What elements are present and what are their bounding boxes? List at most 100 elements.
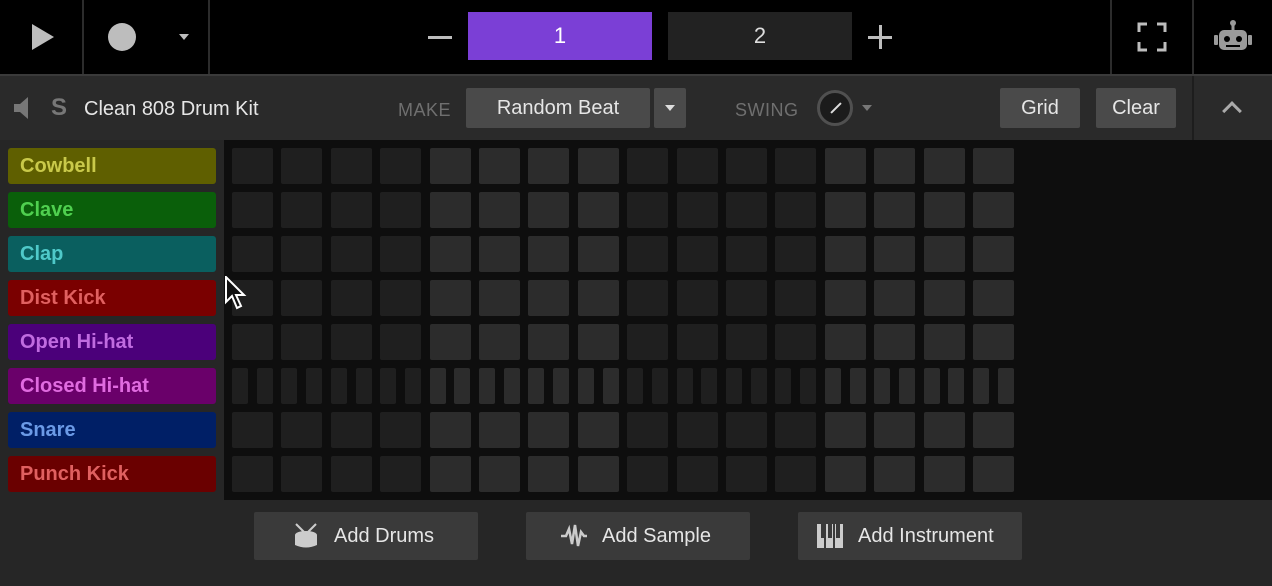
step-cell[interactable] xyxy=(528,192,570,228)
step-cell[interactable] xyxy=(232,148,273,184)
step-cell[interactable] xyxy=(528,324,570,360)
step-cell[interactable] xyxy=(429,148,471,184)
swing-knob[interactable] xyxy=(817,90,853,126)
add-drums-button[interactable]: Add Drums xyxy=(254,512,478,560)
track-label-closed-hi-hat[interactable]: Closed Hi-hat xyxy=(8,368,216,404)
step-cell[interactable] xyxy=(627,368,644,404)
track-label-cowbell[interactable]: Cowbell xyxy=(8,148,216,184)
step-cell[interactable] xyxy=(429,236,471,272)
step-cell[interactable] xyxy=(874,412,916,448)
step-cell[interactable] xyxy=(775,236,817,272)
step-cell[interactable] xyxy=(874,148,916,184)
add-sample-button[interactable]: Add Sample xyxy=(526,512,750,560)
step-cell[interactable] xyxy=(479,456,520,492)
pattern-tab-1[interactable]: 1 xyxy=(468,12,652,60)
step-cell[interactable] xyxy=(528,412,570,448)
robot-button[interactable] xyxy=(1194,0,1272,74)
step-cell[interactable] xyxy=(973,456,1014,492)
step-cell[interactable] xyxy=(923,192,965,228)
step-cell[interactable] xyxy=(775,148,817,184)
step-cell[interactable] xyxy=(676,148,718,184)
remove-pattern-button[interactable] xyxy=(420,0,460,74)
step-cell[interactable] xyxy=(330,368,347,404)
step-cell[interactable] xyxy=(479,280,520,316)
step-cell[interactable] xyxy=(232,280,273,316)
step-cell[interactable] xyxy=(380,412,422,448)
step-cell[interactable] xyxy=(627,456,669,492)
step-cell[interactable] xyxy=(701,368,718,404)
step-cell[interactable] xyxy=(973,412,1014,448)
step-cell[interactable] xyxy=(676,280,718,316)
step-cell[interactable] xyxy=(232,412,273,448)
step-cell[interactable] xyxy=(627,148,669,184)
step-cell[interactable] xyxy=(380,368,397,404)
step-cell[interactable] xyxy=(577,192,619,228)
step-cell[interactable] xyxy=(973,236,1014,272)
step-cell[interactable] xyxy=(404,368,421,404)
step-cell[interactable] xyxy=(232,192,273,228)
record-button[interactable] xyxy=(84,0,160,74)
step-cell[interactable] xyxy=(602,368,619,404)
step-cell[interactable] xyxy=(627,412,669,448)
step-cell[interactable] xyxy=(528,236,570,272)
step-cell[interactable] xyxy=(330,412,372,448)
step-cell[interactable] xyxy=(330,236,372,272)
step-cell[interactable] xyxy=(355,368,372,404)
step-cell[interactable] xyxy=(232,456,273,492)
track-label-dist-kick[interactable]: Dist Kick xyxy=(8,280,216,316)
step-cell[interactable] xyxy=(874,368,891,404)
step-cell[interactable] xyxy=(380,192,422,228)
step-cell[interactable] xyxy=(503,368,520,404)
step-cell[interactable] xyxy=(306,368,323,404)
step-cell[interactable] xyxy=(750,368,767,404)
step-cell[interactable] xyxy=(330,280,372,316)
step-cell[interactable] xyxy=(775,280,817,316)
step-cell[interactable] xyxy=(577,236,619,272)
step-cell[interactable] xyxy=(923,148,965,184)
step-cell[interactable] xyxy=(429,192,471,228)
step-cell[interactable] xyxy=(676,412,718,448)
step-cell[interactable] xyxy=(973,324,1014,360)
add-instrument-button[interactable]: Add Instrument xyxy=(798,512,1022,560)
step-cell[interactable] xyxy=(577,368,594,404)
step-cell[interactable] xyxy=(232,236,273,272)
step-cell[interactable] xyxy=(676,368,693,404)
step-cell[interactable] xyxy=(479,148,520,184)
step-cell[interactable] xyxy=(330,192,372,228)
step-cell[interactable] xyxy=(479,368,495,404)
step-cell[interactable] xyxy=(330,148,372,184)
step-cell[interactable] xyxy=(997,368,1014,404)
step-cell[interactable] xyxy=(627,280,669,316)
step-cell[interactable] xyxy=(726,324,767,360)
step-cell[interactable] xyxy=(479,324,520,360)
track-label-snare[interactable]: Snare xyxy=(8,412,216,448)
step-cell[interactable] xyxy=(479,412,520,448)
step-cell[interactable] xyxy=(380,236,422,272)
step-cell[interactable] xyxy=(676,324,718,360)
step-cell[interactable] xyxy=(429,412,471,448)
step-cell[interactable] xyxy=(726,368,742,404)
step-cell[interactable] xyxy=(775,412,817,448)
step-cell[interactable] xyxy=(824,324,866,360)
step-cell[interactable] xyxy=(330,456,372,492)
kit-name[interactable]: Clean 808 Drum Kit xyxy=(84,98,259,121)
step-cell[interactable] xyxy=(429,280,471,316)
step-cell[interactable] xyxy=(479,236,520,272)
step-cell[interactable] xyxy=(380,148,422,184)
step-cell[interactable] xyxy=(281,412,323,448)
clear-button[interactable]: Clear xyxy=(1096,88,1176,128)
step-cell[interactable] xyxy=(577,456,619,492)
step-cell[interactable] xyxy=(429,368,446,404)
track-label-punch-kick[interactable]: Punch Kick xyxy=(8,456,216,492)
track-label-clap[interactable]: Clap xyxy=(8,236,216,272)
step-cell[interactable] xyxy=(330,324,372,360)
chevron-up-icon[interactable] xyxy=(1222,101,1242,121)
step-cell[interactable] xyxy=(874,456,916,492)
play-button[interactable] xyxy=(0,0,82,74)
step-cell[interactable] xyxy=(824,192,866,228)
step-cell[interactable] xyxy=(824,456,866,492)
step-cell[interactable] xyxy=(479,192,520,228)
step-cell[interactable] xyxy=(577,280,619,316)
step-cell[interactable] xyxy=(627,324,669,360)
step-cell[interactable] xyxy=(923,456,965,492)
